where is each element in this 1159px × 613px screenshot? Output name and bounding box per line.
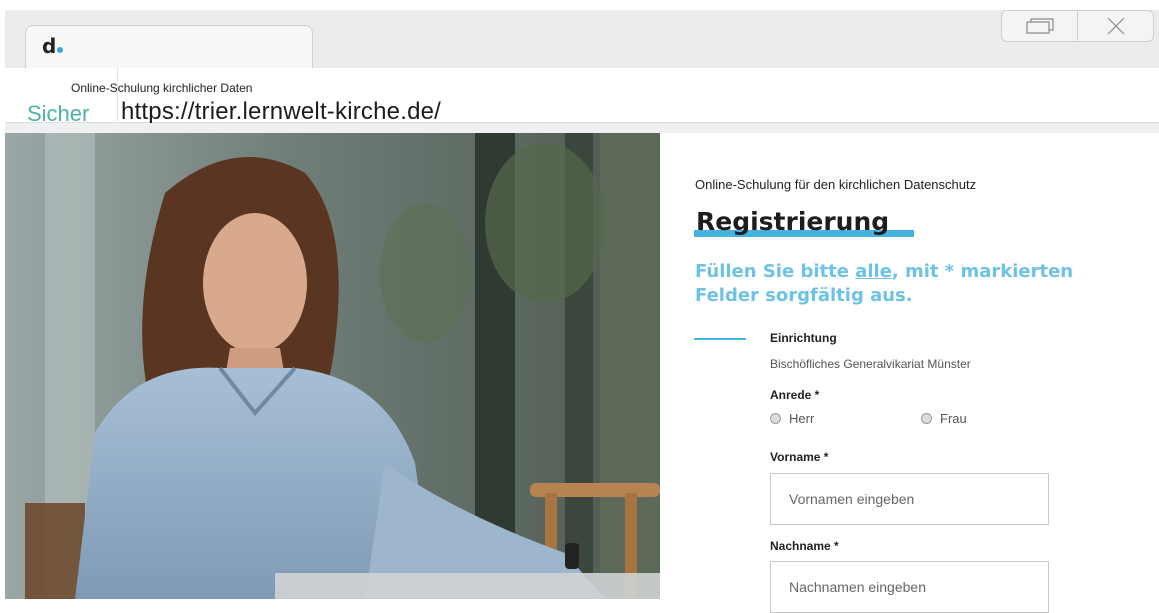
woman-at-laptop-photo: [5, 133, 660, 599]
nachname-field[interactable]: [770, 561, 1049, 613]
browser-titlebar: d: [5, 10, 1159, 68]
vorname-input[interactable]: [771, 474, 1048, 524]
logo-dot: [57, 47, 64, 53]
form-instruction: Füllen Sie bitte alle, mit * markierten …: [695, 260, 1135, 308]
address-separator: [117, 68, 118, 121]
close-window-icon: [1107, 17, 1124, 35]
radio-herr-label: Herr: [789, 411, 815, 426]
registration-form: Online-Schulung für den kirchlichen Date…: [660, 133, 1159, 613]
site-logo: d: [42, 34, 64, 58]
nachname-label: Nachname *: [770, 539, 839, 553]
einrichtung-label: Einrichtung: [770, 331, 837, 345]
address-bar[interactable]: Online-Schulung kirchlicher Daten Sicher…: [5, 68, 1159, 126]
url-text[interactable]: https://trier.lernwelt-kirche.de/: [121, 98, 441, 126]
anrede-label: Anrede *: [770, 388, 820, 402]
instruction-emphasis: alle: [855, 261, 892, 282]
close-window-button[interactable]: [1077, 10, 1154, 42]
radio-circle-icon[interactable]: [921, 413, 932, 424]
tab-title-tooltip: Online-Schulung kirchlicher Daten: [71, 81, 253, 95]
section-divider-line: [694, 338, 746, 340]
nachname-input[interactable]: [771, 562, 1048, 612]
page-title: Registrierung: [696, 207, 890, 236]
browser-tab[interactable]: d: [25, 25, 313, 68]
toolbar-shadow: [5, 123, 1159, 133]
radio-circle-icon[interactable]: [770, 413, 781, 424]
restore-window-button[interactable]: [1001, 10, 1078, 42]
vorname-field[interactable]: [770, 473, 1049, 525]
instruction-text-start: Füllen Sie bitte: [695, 261, 856, 282]
vorname-label: Vorname *: [770, 450, 829, 464]
einrichtung-value: Bischöfliches Generalvikariat Münster: [770, 357, 971, 371]
form-subtitle: Online-Schulung für den kirchlichen Date…: [695, 177, 977, 192]
radio-herr[interactable]: Herr: [770, 411, 814, 426]
restore-window-icon: [1025, 18, 1054, 34]
hero-photo: [5, 133, 660, 599]
radio-frau[interactable]: Frau: [921, 411, 967, 426]
radio-frau-label: Frau: [940, 411, 967, 426]
logo-letter: d: [42, 34, 57, 58]
